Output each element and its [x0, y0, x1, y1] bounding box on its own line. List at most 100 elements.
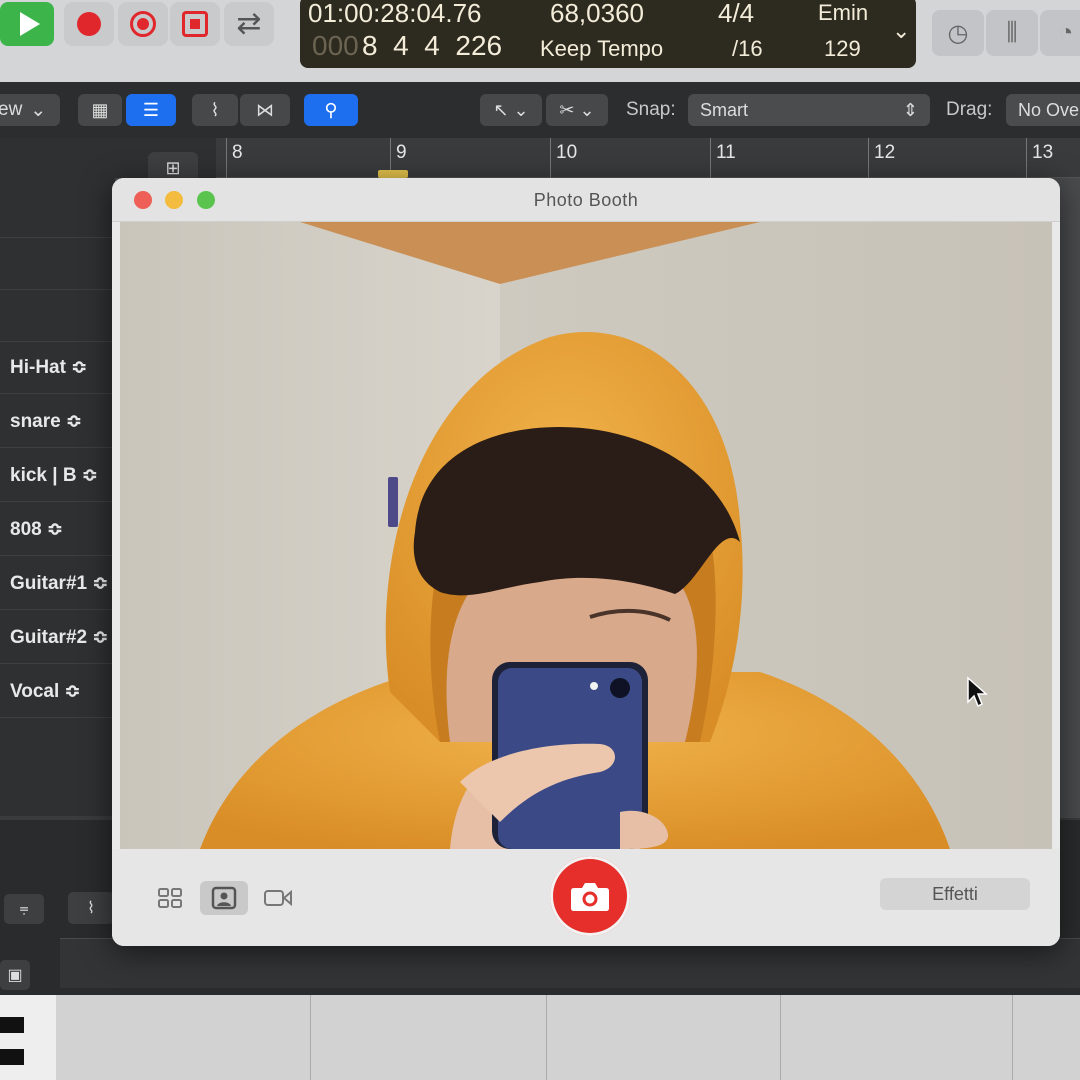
window-titlebar[interactable]: Photo Booth: [112, 178, 1060, 222]
ruler-bar-label: 8: [232, 142, 243, 163]
piano-key[interactable]: [0, 1049, 24, 1065]
drag-select[interactable]: No Ove: [1006, 94, 1080, 126]
single-photo-mode-button[interactable]: [200, 881, 248, 915]
lcd-bars: 8 4 4 226: [362, 30, 503, 61]
automation-icon: ⌇: [210, 99, 220, 120]
camera-icon: [571, 883, 609, 911]
video-mode-button[interactable]: [254, 881, 302, 915]
track-row-empty[interactable]: [0, 196, 115, 238]
metronome-button[interactable]: ◔: [1040, 10, 1080, 56]
chevron-down-icon[interactable]: ⌄: [892, 18, 910, 44]
catch-icon: ⚲: [324, 99, 338, 120]
piano-key[interactable]: [0, 1017, 24, 1033]
lcd-key-value: 129: [824, 36, 861, 61]
mixer-button[interactable]: ⫼: [986, 10, 1038, 56]
track-name: Vocal ≎: [10, 681, 81, 702]
track-row-empty[interactable]: [0, 290, 115, 342]
editor-collapse-button[interactable]: ⩦: [4, 894, 44, 924]
daw-toolbar: ew ⌄ ▦ ☰ ⌇ ⋈ ⚲ ↖ ⌄ ✂ ⌄ Snap: Smart ⇕ Drag…: [0, 82, 1080, 138]
track-list: Hi-Hat ≎ snare ≎ kick | B ≎ 808 ≎ Guitar…: [0, 196, 115, 816]
track-header[interactable]: Vocal ≎: [0, 666, 115, 718]
snap-select[interactable]: Smart ⇕: [688, 94, 930, 126]
capture-record-button[interactable]: [118, 2, 168, 46]
ruler-tick: [710, 138, 711, 178]
track-row-empty[interactable]: [0, 238, 115, 290]
ruler-bar-label: 13: [1032, 142, 1054, 163]
effects-button-label: Effetti: [932, 883, 978, 904]
track-name: Guitar#1 ≎: [10, 573, 109, 594]
daw-control-bar: ⇄ 01:00:28:04.76 000 8 4 4 226 68,0360 K…: [0, 0, 1080, 82]
track-header[interactable]: Guitar#2 ≎: [0, 612, 115, 664]
mouse-cursor-icon: [966, 676, 988, 713]
editor-automation-button[interactable]: ⌇: [68, 892, 114, 924]
capture-record-icon: [130, 11, 156, 37]
flex-icon: ⋈: [256, 99, 274, 120]
lcd-division: /16: [732, 36, 763, 61]
single-photo-icon: [211, 886, 237, 910]
catch-button[interactable]: ⚲: [304, 94, 358, 126]
lcd-tempo-mode: Keep Tempo: [540, 36, 664, 61]
playhead-marker[interactable]: [378, 170, 408, 178]
photo-booth-window[interactable]: Photo Booth Effetti: [112, 178, 1060, 946]
photo-booth-controls: Effetti: [112, 849, 1060, 946]
stop-record-icon: [182, 11, 208, 37]
track-header[interactable]: snare ≎: [0, 396, 115, 448]
secondary-tool-menu[interactable]: ✂ ⌄: [546, 94, 608, 126]
lcd-signature: 4/4: [718, 0, 755, 28]
add-track-icon: ⊞: [165, 157, 181, 178]
grid-mode-button[interactable]: [146, 881, 194, 915]
stop-record-button[interactable]: [170, 2, 220, 46]
pointer-icon: ↖ ⌄: [493, 99, 529, 120]
collapse-icon: ⩦: [19, 900, 29, 917]
track-name: kick | B ≎: [10, 465, 98, 486]
history-icon: ◷: [947, 19, 969, 47]
play-button[interactable]: [0, 2, 54, 46]
sliders-icon: ⫼: [1006, 19, 1018, 46]
gauge-icon: ◔: [1058, 19, 1074, 46]
ruler-tick: [868, 138, 869, 178]
track-header[interactable]: Guitar#1 ≎: [0, 558, 115, 610]
list-view-button[interactable]: ☰: [126, 94, 176, 126]
updown-chevron-icon: ⇕: [902, 99, 918, 120]
bar-ruler[interactable]: 8 9 10 11 12 13: [216, 138, 1080, 178]
take-photo-button[interactable]: [550, 856, 630, 936]
lcd-display[interactable]: 01:00:28:04.76 000 8 4 4 226 68,0360 Kee…: [300, 0, 916, 68]
grid-icon: [158, 888, 182, 908]
ruler-tick: [1026, 138, 1027, 178]
chevron-down-icon: ⌄: [30, 99, 47, 121]
cycle-button[interactable]: ⇄: [224, 2, 274, 46]
drag-value: No Ove: [1018, 99, 1080, 120]
piano-roll-grid[interactable]: [56, 995, 1080, 1080]
camera-preview: [120, 222, 1052, 849]
window-title: Photo Booth: [533, 190, 639, 210]
track-header[interactable]: kick | B ≎: [0, 450, 115, 502]
pointer-tool-menu[interactable]: ↖ ⌄: [480, 94, 542, 126]
track-header[interactable]: 808 ≎: [0, 504, 115, 556]
effects-button[interactable]: Effetti: [880, 878, 1030, 910]
track-name: 808 ≎: [10, 519, 63, 540]
drag-label: Drag:: [946, 99, 993, 120]
track-header[interactable]: Hi-Hat ≎: [0, 342, 115, 394]
view-menu-label: ew: [0, 99, 23, 120]
flex-button[interactable]: ⋈: [240, 94, 290, 126]
track-name: Guitar#2 ≎: [10, 627, 109, 648]
grid-view-button[interactable]: ▦: [78, 94, 122, 126]
view-menu[interactable]: ew ⌄: [0, 94, 60, 126]
history-button[interactable]: ◷: [932, 10, 984, 56]
camera-feed-image: [120, 222, 1052, 849]
track-name: snare ≎: [10, 411, 82, 432]
grid-icon: ▦: [91, 99, 109, 120]
lcd-tempo: 68,0360: [550, 0, 644, 28]
scissors-icon: ✂ ⌄: [559, 99, 595, 120]
record-button[interactable]: [64, 2, 114, 46]
grid-line: [780, 995, 781, 1080]
lcd-bars-faded: 000: [312, 30, 359, 61]
piano-keyboard[interactable]: [0, 995, 56, 1080]
ruler-bar-label: 9: [396, 142, 407, 163]
video-icon: [264, 889, 292, 907]
cycle-icon: ⇄: [236, 7, 262, 40]
automation-button[interactable]: ⌇: [192, 94, 238, 126]
lcd-key: Emin: [818, 0, 869, 25]
track-name: Hi-Hat ≎: [10, 357, 88, 378]
editor-region-button[interactable]: ▣: [0, 960, 30, 990]
